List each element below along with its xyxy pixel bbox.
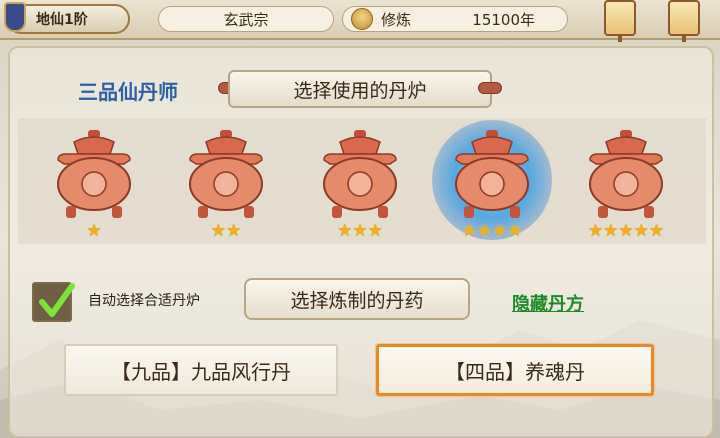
top-status-bar: 地仙1阶 玄武宗 修炼 15100年 bbox=[0, 0, 720, 42]
star-rating: ★ ★ ★ bbox=[310, 222, 410, 240]
star-icon: ★ bbox=[337, 221, 353, 241]
cultivation-years: 15100年 bbox=[472, 10, 535, 29]
rank-emblem-icon bbox=[4, 2, 26, 32]
alchemy-furnace-icon bbox=[589, 130, 663, 218]
star-icon: ★ bbox=[618, 221, 634, 241]
star-icon: ★ bbox=[367, 221, 383, 241]
star-icon: ★ bbox=[507, 221, 523, 241]
sect-name: 玄武宗 bbox=[158, 6, 334, 32]
scroll-cap-right-icon bbox=[478, 82, 502, 94]
rank-label: 地仙1阶 bbox=[36, 12, 88, 28]
star-icon: ★ bbox=[492, 221, 508, 241]
alchemy-furnace-icon bbox=[455, 130, 529, 218]
potion-select-banner: 选择炼制的丹药 bbox=[244, 278, 470, 320]
furnace-select-banner: 选择使用的丹炉 bbox=[218, 68, 502, 110]
lantern-icon[interactable] bbox=[604, 0, 636, 42]
furnace-item[interactable]: ★ bbox=[44, 130, 144, 240]
recipe-button[interactable]: 【九品】九品风行丹 bbox=[64, 344, 338, 396]
star-icon: ★ bbox=[461, 221, 477, 241]
recipe-button-selected[interactable]: 【四品】养魂丹 bbox=[376, 344, 654, 396]
cultivation-label: 修炼 bbox=[381, 10, 412, 29]
alchemy-furnace-icon bbox=[323, 130, 397, 218]
star-rating: ★ ★ ★ ★ bbox=[442, 222, 542, 240]
star-icon: ★ bbox=[633, 221, 649, 241]
star-icon: ★ bbox=[476, 221, 492, 241]
star-icon: ★ bbox=[352, 221, 368, 241]
hide-recipes-link[interactable]: 隐藏丹方 bbox=[512, 290, 584, 316]
furnace-banner-label: 选择使用的丹炉 bbox=[228, 70, 492, 108]
star-icon: ★ bbox=[603, 221, 619, 241]
star-icon: ★ bbox=[210, 221, 226, 241]
alchemy-furnace-icon bbox=[57, 130, 131, 218]
auto-select-label: 自动选择合适丹炉 bbox=[88, 293, 200, 309]
auto-select-checkbox[interactable] bbox=[32, 282, 75, 322]
furnace-item[interactable]: ★ ★ bbox=[176, 130, 276, 240]
furnace-item-selected[interactable]: ★ ★ ★ ★ bbox=[432, 120, 552, 240]
star-rating: ★ ★ ★ ★ ★ bbox=[576, 222, 676, 240]
meditating-figure-icon bbox=[351, 8, 373, 30]
checkmark-icon bbox=[39, 283, 75, 317]
furnace-list: ★ ★ ★ ★ ★ ★ ★ ★ ★ ★ ★ ★ ★ ★ ★ bbox=[18, 118, 706, 244]
lantern-icon[interactable] bbox=[668, 0, 700, 42]
star-rating: ★ ★ bbox=[176, 222, 276, 240]
furnace-item[interactable]: ★ ★ ★ bbox=[310, 130, 410, 240]
cultivation-display: 修炼 15100年 bbox=[342, 6, 568, 32]
star-icon: ★ bbox=[587, 221, 604, 241]
star-icon: ★ bbox=[648, 221, 665, 241]
star-icon: ★ bbox=[226, 221, 242, 241]
rank-badge[interactable]: 地仙1阶 bbox=[4, 2, 130, 34]
star-rating: ★ bbox=[44, 222, 144, 240]
alchemy-furnace-icon bbox=[189, 130, 263, 218]
furnace-item[interactable]: ★ ★ ★ ★ ★ bbox=[576, 130, 676, 240]
alchemist-rank-title: 三品仙丹师 bbox=[78, 80, 178, 104]
star-icon: ★ bbox=[86, 221, 102, 241]
